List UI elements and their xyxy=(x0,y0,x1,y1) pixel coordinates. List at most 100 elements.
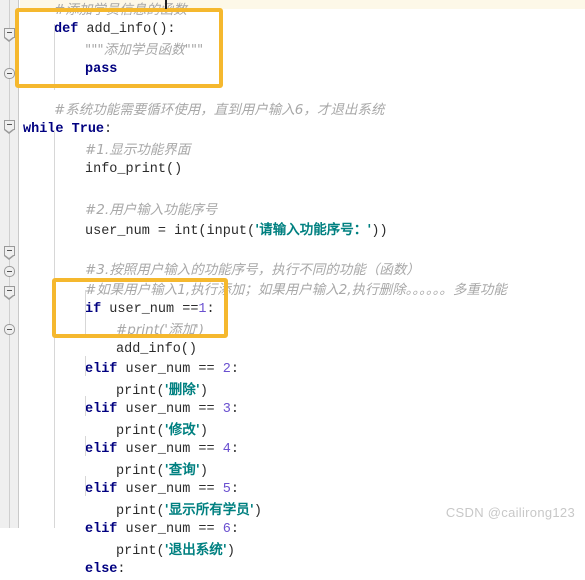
code-token-cmt: #系统功能需要循环使用，直到用户输入6，才退出系统 xyxy=(54,102,385,118)
code-token-op: : xyxy=(230,482,239,497)
code-line[interactable]: print('查询') xyxy=(116,460,208,480)
indent-guide xyxy=(85,436,86,456)
code-token-builtin: print( xyxy=(116,384,165,399)
code-token-kw: while xyxy=(23,122,64,137)
code-line[interactable]: #1.显示功能界面 xyxy=(85,140,190,160)
code-token-id: user_num = int(input( xyxy=(85,224,256,239)
indent-guide xyxy=(85,356,86,376)
code-token-op: : xyxy=(104,122,113,137)
code-token-op: ) xyxy=(199,384,208,399)
code-token-op: : xyxy=(230,442,239,457)
code-token-op: : xyxy=(206,302,215,317)
code-token-builtin: print( xyxy=(116,544,165,559)
code-token-str: '请输入功能序号：' xyxy=(255,222,372,238)
code-token-builtin: print( xyxy=(116,424,165,439)
code-line[interactable]: print('删除') xyxy=(116,380,208,400)
code-line[interactable]: elif user_num == 6: xyxy=(85,520,239,540)
indent-guide xyxy=(54,130,55,528)
code-token-kw: elif xyxy=(85,482,118,497)
code-line[interactable]: #3.按照用户输入的功能序号，执行不同的功能（函数） xyxy=(85,260,420,280)
code-token-cmt: #如果用户输入1,执行添加；如果用户输入2,执行删除。。。。。。多重功能 xyxy=(85,282,507,298)
fold-marker-block-a[interactable] xyxy=(4,246,15,260)
editor-gutter[interactable] xyxy=(0,0,19,528)
fold-marker-docstring[interactable] xyxy=(4,68,15,79)
code-line[interactable]: elif user_num == 4: xyxy=(85,440,239,460)
code-token-kw: pass xyxy=(85,62,118,77)
code-token-num: 5 xyxy=(222,482,231,497)
code-token-num: 4 xyxy=(222,442,231,457)
code-token-op: ) xyxy=(199,464,208,479)
code-token-op: ) xyxy=(226,544,235,559)
code-token-cmt: #1.显示功能界面 xyxy=(85,142,191,158)
code-token-op: : xyxy=(230,522,239,537)
code-token-id: user_num == xyxy=(117,522,223,537)
code-token-num: 6 xyxy=(222,522,231,537)
code-token-kw: elif xyxy=(85,522,118,537)
code-token-kw: elif xyxy=(85,362,118,377)
code-line[interactable]: pass xyxy=(85,60,117,80)
code-token-str: '退出系统' xyxy=(164,542,227,558)
code-token-id: add_info(): xyxy=(78,22,176,37)
text-caret xyxy=(165,0,167,9)
code-token-op: ) xyxy=(199,424,208,439)
code-line[interactable]: elif user_num == 3: xyxy=(85,400,239,420)
code-token-cmt: #3.按照用户输入的功能序号，执行不同的功能（函数） xyxy=(85,262,420,278)
code-line[interactable]: user_num = int(input('请输入功能序号：')) xyxy=(85,220,388,240)
code-token-op: : xyxy=(230,362,239,377)
code-token-num: 2 xyxy=(222,362,231,377)
code-editor[interactable]: #添加学员信息的函数 def add_info(): """添加学员函数""" pas… xyxy=(0,0,585,577)
fold-marker-block-b[interactable] xyxy=(4,266,15,277)
code-line[interactable]: print('修改') xyxy=(116,420,208,440)
code-token-builtin: print( xyxy=(116,504,165,519)
code-line[interactable]: else: xyxy=(85,560,126,580)
code-text-area[interactable]: #添加学员信息的函数 def add_info(): """添加学员函数""" pas… xyxy=(20,0,585,577)
code-line[interactable]: print('显示所有学员') xyxy=(116,500,262,520)
code-line[interactable]: while True: xyxy=(23,120,112,140)
code-token-id: user_num == xyxy=(101,302,199,317)
indent-guide xyxy=(85,476,86,496)
code-token-str: '删除' xyxy=(164,382,200,398)
code-token-kw: def xyxy=(54,22,79,37)
code-line[interactable]: #系统功能需要循环使用，直到用户输入6，才退出系统 xyxy=(54,100,384,120)
code-line[interactable]: #2.用户输入功能序号 xyxy=(85,200,217,220)
code-token-str: '修改' xyxy=(164,422,200,438)
code-token-str: '显示所有学员' xyxy=(164,502,254,518)
code-token-id: user_num == xyxy=(117,482,223,497)
code-token-kw: elif xyxy=(85,442,118,457)
code-line[interactable]: print('退出系统') xyxy=(116,540,235,560)
code-line[interactable]: elif user_num == 5: xyxy=(85,480,239,500)
code-token-builtin: print( xyxy=(116,464,165,479)
code-token-num: 3 xyxy=(222,402,231,417)
code-token-id: add_info() xyxy=(116,342,198,357)
code-token-op: : xyxy=(230,402,239,417)
code-token-id: user_num == xyxy=(117,442,223,457)
code-line[interactable]: info_print() xyxy=(85,160,182,180)
code-token-op: : xyxy=(117,562,126,577)
fold-marker-if-end[interactable] xyxy=(4,324,15,335)
code-line[interactable]: def add_info(): xyxy=(54,20,176,40)
code-line[interactable]: if user_num ==1: xyxy=(85,300,215,320)
fold-marker-def-add-info[interactable] xyxy=(4,28,15,42)
code-line[interactable]: add_info() xyxy=(116,340,197,360)
code-line[interactable]: """添加学员函数""" xyxy=(85,40,203,60)
indent-guide xyxy=(54,24,55,90)
code-token-cmt: #print('添加') xyxy=(116,322,204,338)
code-token-kw: True xyxy=(63,122,105,137)
fold-marker-if[interactable] xyxy=(4,286,15,300)
code-token-num: 1 xyxy=(198,302,207,317)
code-line[interactable]: elif user_num == 2: xyxy=(85,360,239,380)
code-token-cmt: #2.用户输入功能序号 xyxy=(85,202,218,218)
fold-marker-while[interactable] xyxy=(4,120,15,134)
code-token-str: '查询' xyxy=(164,462,200,478)
code-token-kw: elif xyxy=(85,402,118,417)
code-token-kw: else xyxy=(85,562,118,577)
code-line[interactable]: #print('添加') xyxy=(116,320,204,340)
code-token-id: user_num == xyxy=(117,402,223,417)
code-token-op: ) xyxy=(253,504,262,519)
code-token-kw: if xyxy=(85,302,102,317)
code-token-id: )) xyxy=(371,224,388,239)
code-token-id: user_num == xyxy=(117,362,223,377)
code-line[interactable]: #如果用户输入1,执行添加；如果用户输入2,执行删除。。。。。。多重功能 xyxy=(85,280,507,300)
csdn-watermark: CSDN @cailirong123 xyxy=(445,505,575,520)
code-token-doc: """添加学员函数""" xyxy=(85,42,204,58)
